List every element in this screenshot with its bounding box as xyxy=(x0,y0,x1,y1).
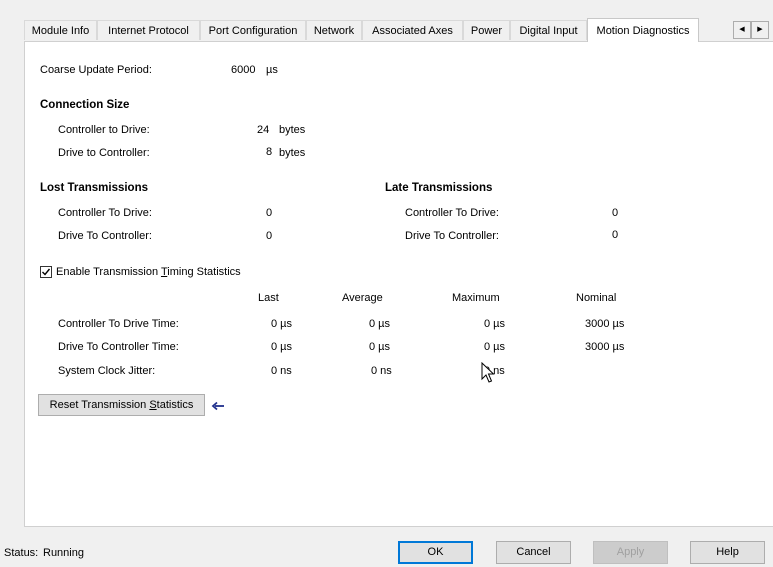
tab-internet-protocol[interactable]: Internet Protocol xyxy=(97,20,200,40)
late-c2d-value: 0 xyxy=(612,207,619,219)
lost-d2c-value: 0 xyxy=(266,230,273,242)
tab-port-configuration[interactable]: Port Configuration xyxy=(200,20,306,40)
timing-row-last: 0 µs xyxy=(271,341,293,353)
status-label: Status: xyxy=(4,547,39,559)
enable-timing-label[interactable]: Enable Transmission Timing Statistics xyxy=(56,266,241,278)
tab-network[interactable]: Network xyxy=(306,20,362,40)
lost-c2d-label: Controller To Drive: xyxy=(58,207,152,219)
reset-button-label-pre: Reset Transmission xyxy=(49,399,150,411)
coarse-update-period-unit: µs xyxy=(266,64,278,76)
tab-digital-input[interactable]: Digital Input xyxy=(510,20,587,40)
timing-row-last: 0 ns xyxy=(271,365,292,377)
lost-c2d-value: 0 xyxy=(266,207,273,219)
timing-row-label: System Clock Jitter: xyxy=(58,365,156,377)
arrow-left-indicator-icon xyxy=(211,401,224,411)
help-button[interactable]: Help xyxy=(690,541,765,564)
timing-row-average: 0 ns xyxy=(371,365,392,377)
lost-transmissions-heading: Lost Transmissions xyxy=(40,182,149,194)
arrow-right-icon: ▶ xyxy=(757,26,763,33)
tab-scroll-left-button[interactable]: ◀ xyxy=(733,21,751,39)
connection-size-heading: Connection Size xyxy=(40,99,130,111)
ok-button[interactable]: OK xyxy=(398,541,473,564)
reset-button-label-post: tatistics xyxy=(156,399,194,411)
motion-diagnostics-panel xyxy=(24,41,773,527)
tab-power[interactable]: Power xyxy=(463,20,510,40)
connection-d2c-unit: bytes xyxy=(279,147,306,159)
tab-motion-diagnostics[interactable]: Motion Diagnostics xyxy=(587,18,699,42)
timing-row-label: Drive To Controller Time: xyxy=(58,341,179,353)
reset-button-label-mnemonic: S xyxy=(149,399,157,411)
tab-scroll-right-button[interactable]: ▶ xyxy=(751,21,769,39)
late-d2c-label: Drive To Controller: xyxy=(405,230,499,242)
column-header-nominal: Nominal xyxy=(576,292,617,304)
tab-associated-axes[interactable]: Associated Axes xyxy=(362,20,463,40)
column-header-last: Last xyxy=(258,292,279,304)
reset-transmission-statistics-button[interactable]: Reset Transmission Statistics xyxy=(38,394,205,416)
coarse-update-period-label: Coarse Update Period: xyxy=(40,64,152,76)
late-d2c-value: 0 xyxy=(612,229,619,241)
enable-timing-label-pre: Enable Transmission xyxy=(56,266,161,278)
timing-row-average: 0 µs xyxy=(369,341,391,353)
arrow-left-icon: ◀ xyxy=(739,26,745,33)
status-value: Running xyxy=(43,547,84,559)
apply-button[interactable]: Apply xyxy=(593,541,668,564)
connection-d2c-label: Drive to Controller: xyxy=(58,147,150,159)
connection-c2d-unit: bytes xyxy=(279,124,306,136)
late-c2d-label: Controller To Drive: xyxy=(405,207,499,219)
checkmark-icon xyxy=(42,268,51,276)
column-header-maximum: Maximum xyxy=(452,292,500,304)
column-header-average: Average xyxy=(342,292,383,304)
enable-timing-checkbox[interactable] xyxy=(40,266,52,278)
enable-timing-label-post: iming Statistics xyxy=(167,266,241,278)
tab-module-info[interactable]: Module Info xyxy=(24,20,97,40)
connection-c2d-value: 24 xyxy=(257,124,270,136)
tab-strip: Module Info Internet Protocol Port Confi… xyxy=(0,18,773,42)
timing-row-label: Controller To Drive Time: xyxy=(58,318,179,330)
lost-d2c-label: Drive To Controller: xyxy=(58,230,152,242)
mouse-cursor-icon xyxy=(481,362,495,383)
cancel-button[interactable]: Cancel xyxy=(496,541,571,564)
connection-d2c-value: 8 xyxy=(266,146,273,158)
timing-row-nominal: 3000 µs xyxy=(585,318,625,330)
coarse-update-period-value: 6000 xyxy=(231,64,256,76)
timing-row-nominal: 3000 µs xyxy=(585,341,625,353)
timing-row-last: 0 µs xyxy=(271,318,293,330)
timing-row-average: 0 µs xyxy=(369,318,391,330)
late-transmissions-heading: Late Transmissions xyxy=(385,182,493,194)
timing-row-maximum: 0 µs xyxy=(484,318,506,330)
connection-c2d-label: Controller to Drive: xyxy=(58,124,150,136)
timing-row-maximum: 0 µs xyxy=(484,341,506,353)
